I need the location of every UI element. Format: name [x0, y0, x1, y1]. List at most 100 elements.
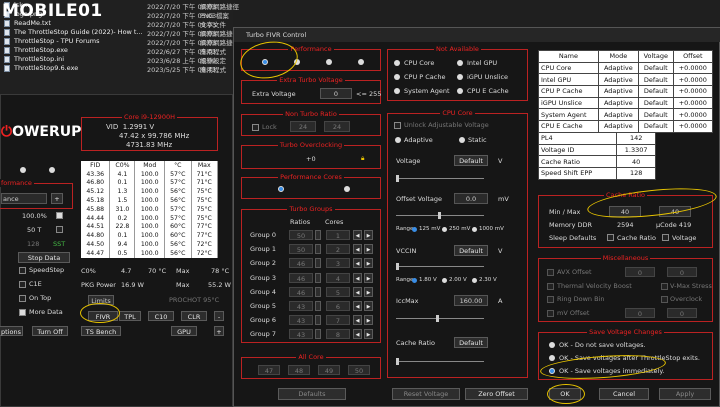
file-row[interactable]: ThrottleStop9.6.exe 2023/5/25 下午 08:43 應用程… — [0, 64, 233, 74]
misc-check[interactable] — [547, 269, 554, 276]
sleep-voltage-check[interactable] — [662, 234, 669, 241]
range-radio[interactable] — [412, 278, 417, 283]
file-row[interactable]: ThrottleStop.exe 2022/6/27 下午 05:03 應用程式 — [0, 46, 233, 56]
vccin-slider[interactable] — [396, 263, 484, 270]
group-ratio-input[interactable]: 43 — [289, 329, 313, 340]
extra-voltage-input[interactable]: 0 — [320, 88, 352, 99]
range-radio[interactable] — [412, 227, 417, 232]
adaptive-radio[interactable] — [395, 137, 401, 143]
file-row[interactable]: ThrottleStop - TPU Forums 2022/7/20 下午 05… — [0, 37, 239, 47]
ratio-stepper[interactable] — [315, 286, 321, 297]
profile-radio-1[interactable] — [20, 167, 26, 173]
range-radio[interactable] — [472, 278, 477, 283]
group-ratio-input[interactable]: 43 — [289, 301, 313, 311]
group-cores-input[interactable]: 6 — [326, 301, 350, 311]
domain-radio[interactable] — [394, 74, 400, 80]
setting-check[interactable] — [19, 309, 26, 316]
ratio-stepper[interactable] — [315, 301, 321, 311]
unlock-voltage-check[interactable] — [394, 122, 401, 129]
misc-extra-input[interactable]: 0 — [667, 307, 697, 318]
range-radio[interactable] — [442, 227, 447, 232]
cores-up-button[interactable]: ▶ — [364, 329, 373, 340]
sleep-cache-ratio-check[interactable] — [607, 234, 614, 241]
ts-button-clr[interactable]: CLR — [181, 311, 207, 321]
ratio-stepper[interactable] — [315, 329, 321, 340]
all-core-input[interactable]: 47 — [258, 365, 280, 375]
setting-check[interactable] — [19, 281, 26, 288]
cores-up-button[interactable]: ▶ — [364, 301, 373, 311]
cores-up-button[interactable]: ▶ — [364, 230, 373, 240]
perf-cores-radio-1[interactable] — [278, 186, 284, 192]
stop-data-button[interactable]: Stop Data — [18, 252, 70, 263]
all-core-input[interactable]: 49 — [318, 365, 340, 375]
tdp-check[interactable] — [56, 226, 63, 233]
group-ratio-input[interactable]: 50 — [289, 244, 313, 255]
misc-check[interactable] — [547, 296, 554, 303]
ratio-stepper[interactable] — [315, 315, 321, 326]
ratio-stepper[interactable] — [315, 230, 321, 240]
save-radio[interactable] — [549, 355, 555, 361]
cores-down-button[interactable]: ◀ — [353, 244, 362, 255]
range-radio[interactable] — [442, 278, 447, 283]
file-row[interactable]: ThrottleStop.ini 2023/6/28 上午 05:09 組態設定 — [0, 55, 233, 65]
domain-radio[interactable] — [457, 74, 463, 80]
lock-check[interactable] — [252, 124, 259, 131]
group-cores-input[interactable]: 4 — [326, 272, 350, 283]
ratio-stepper[interactable] — [315, 258, 321, 269]
misc-check[interactable] — [547, 282, 554, 290]
voltage-slider[interactable] — [396, 175, 484, 182]
group-ratio-input[interactable]: 50 — [289, 230, 313, 240]
all-core-input[interactable]: 50 — [348, 365, 370, 375]
pct-check[interactable] — [56, 212, 63, 219]
static-radio[interactable] — [459, 137, 465, 143]
ts-button-ptions[interactable]: ptions — [0, 326, 23, 336]
vccin-mode-button[interactable]: Default — [454, 245, 488, 256]
offset-voltage-input[interactable]: 0.0 — [454, 193, 488, 204]
group-cores-input[interactable]: 1 — [326, 230, 350, 240]
domain-radio[interactable] — [394, 88, 400, 94]
cores-down-button[interactable]: ◀ — [353, 301, 362, 311]
cache-ratio-slider[interactable] — [396, 358, 484, 365]
domain-radio[interactable] — [394, 60, 400, 66]
cores-down-button[interactable]: ◀ — [353, 315, 362, 326]
group-ratio-input[interactable]: 46 — [289, 272, 313, 283]
ts-button-[interactable]: - — [214, 311, 224, 321]
iccmax-slider[interactable] — [396, 315, 484, 322]
domain-radio[interactable] — [457, 88, 463, 94]
performance-profile-radio[interactable] — [326, 59, 332, 65]
perf-cores-radio-2[interactable] — [344, 186, 350, 192]
profile-select[interactable]: ance — [1, 193, 47, 204]
group-cores-input[interactable]: 2 — [326, 244, 350, 255]
cores-up-button[interactable]: ▶ — [364, 272, 373, 283]
cores-down-button[interactable]: ◀ — [353, 272, 362, 283]
performance-profile-radio[interactable] — [358, 59, 364, 65]
misc-input[interactable]: 0 — [625, 307, 655, 318]
non-turbo-input-1[interactable]: 24 — [290, 121, 316, 132]
misc-extra-check[interactable] — [661, 296, 668, 303]
misc-input[interactable]: 0 — [625, 267, 655, 277]
ratio-stepper[interactable] — [315, 244, 321, 255]
all-core-input[interactable]: 48 — [288, 365, 310, 375]
cores-down-button[interactable]: ◀ — [353, 258, 362, 269]
cores-down-button[interactable]: ◀ — [353, 329, 362, 340]
group-ratio-input[interactable]: 46 — [289, 258, 313, 269]
cancel-button[interactable]: Cancel — [599, 388, 649, 400]
cores-down-button[interactable]: ◀ — [353, 286, 362, 297]
domain-radio[interactable] — [457, 60, 463, 66]
file-row[interactable]: The ThrottleStop Guide (2022)- How t... 2… — [0, 28, 239, 38]
group-ratio-input[interactable]: 43 — [289, 315, 313, 326]
reset-voltage-button[interactable]: Reset Voltage — [392, 388, 460, 400]
zero-offset-button[interactable]: Zero Offset — [465, 388, 528, 400]
ratio-stepper[interactable] — [315, 272, 321, 283]
cache-ratio-mode-button[interactable]: Default — [454, 337, 488, 348]
profile-add-button[interactable]: + — [51, 193, 63, 204]
setting-check[interactable] — [19, 295, 26, 302]
misc-extra-input[interactable]: 0 — [667, 267, 697, 277]
offset-slider[interactable] — [396, 212, 484, 219]
ts-button-[interactable]: + — [214, 326, 224, 336]
group-cores-input[interactable]: 8 — [326, 329, 350, 340]
misc-check[interactable] — [547, 309, 554, 317]
group-cores-input[interactable]: 7 — [326, 315, 350, 326]
cores-down-button[interactable]: ◀ — [353, 230, 362, 240]
group-cores-input[interactable]: 5 — [326, 286, 350, 297]
